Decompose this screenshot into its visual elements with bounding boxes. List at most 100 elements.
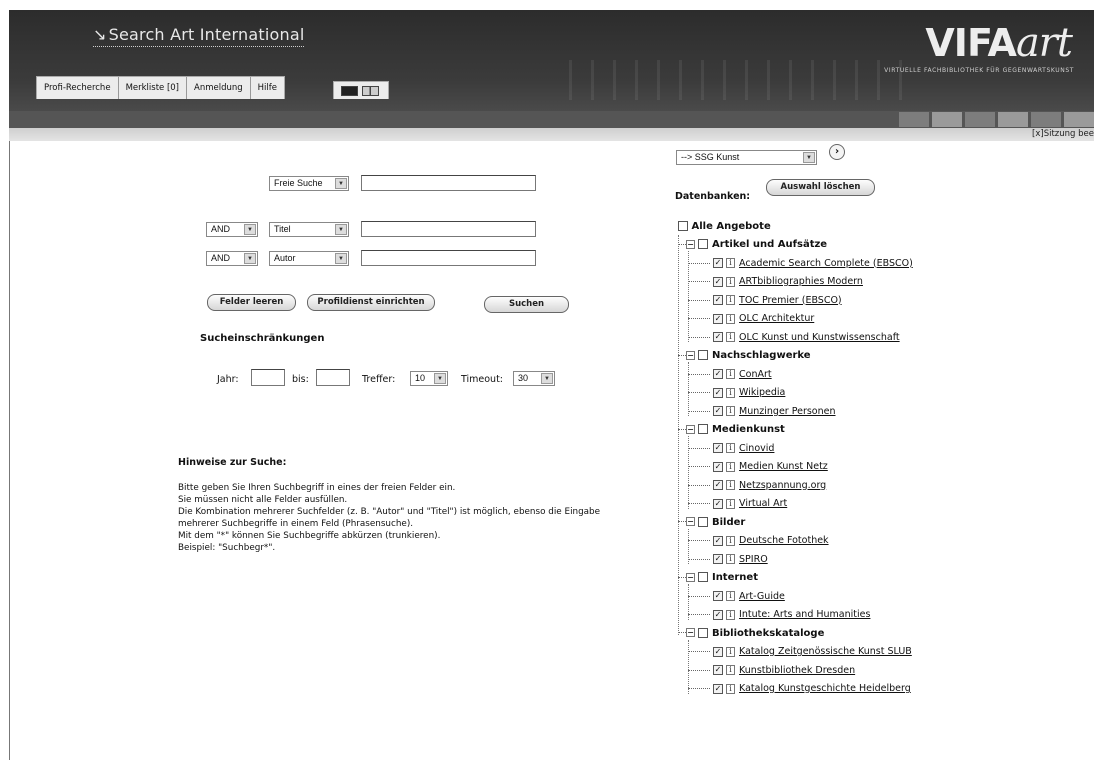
database-link[interactable]: Virtual Art: [739, 498, 787, 509]
database-link[interactable]: Netzspannung.org: [739, 480, 826, 491]
collection-select[interactable]: --> SSG Kunst ▼: [676, 150, 817, 165]
year-to-input[interactable]: [316, 369, 350, 386]
database-checkbox[interactable]: ✓: [713, 369, 723, 379]
setup-profile-service-button[interactable]: Profildienst einrichten: [307, 294, 435, 311]
database-checkbox[interactable]: ✓: [713, 498, 723, 509]
info-icon[interactable]: i: [726, 683, 736, 694]
info-icon[interactable]: i: [726, 498, 736, 509]
category-checkbox[interactable]: [698, 516, 709, 527]
database-link[interactable]: Munzinger Personen: [739, 406, 835, 417]
title-search-input[interactable]: [361, 221, 536, 237]
database-link[interactable]: Art-Guide: [739, 591, 785, 602]
database-checkbox[interactable]: ✓: [713, 313, 723, 324]
field-select-row2[interactable]: Titel ▼: [269, 222, 349, 237]
database-link[interactable]: SPIRO: [739, 554, 768, 565]
tab-anmeldung[interactable]: Anmeldung: [187, 77, 251, 99]
operator-select-row3[interactable]: AND ▼: [206, 251, 258, 266]
collapse-icon[interactable]: −: [686, 424, 695, 434]
site-title-link[interactable]: ↘ Search Art International: [93, 25, 305, 47]
info-icon[interactable]: i: [726, 258, 736, 268]
info-icon[interactable]: i: [726, 406, 736, 416]
category-checkbox[interactable]: [698, 424, 709, 434]
database-checkbox[interactable]: ✓: [713, 387, 723, 398]
info-icon[interactable]: i: [726, 646, 736, 657]
timeout-select[interactable]: 30 ▼: [513, 371, 555, 386]
database-checkbox[interactable]: ✓: [713, 332, 723, 342]
author-search-input[interactable]: [361, 250, 536, 266]
database-checkbox[interactable]: ✓: [713, 554, 723, 564]
collapse-icon[interactable]: −: [686, 350, 695, 360]
session-end-link[interactable]: [x]Sitzung bee: [1032, 129, 1094, 139]
tab-profi-recherche[interactable]: Profi-Recherche: [37, 77, 119, 99]
database-checkbox[interactable]: ✓: [713, 406, 723, 416]
database-checkbox[interactable]: ✓: [713, 461, 723, 472]
database-checkbox[interactable]: ✓: [713, 535, 723, 546]
category-checkbox[interactable]: [698, 627, 709, 638]
info-icon[interactable]: i: [726, 443, 736, 453]
info-icon[interactable]: i: [726, 609, 736, 620]
database-link[interactable]: Katalog Zeitgenössische Kunst SLUB: [739, 646, 912, 657]
info-icon[interactable]: i: [726, 387, 736, 398]
info-icon[interactable]: i: [726, 461, 736, 472]
collapse-icon[interactable]: −: [686, 572, 695, 582]
category-checkbox[interactable]: [698, 350, 709, 360]
year-from-input[interactable]: [251, 369, 285, 386]
database-checkbox[interactable]: ✓: [713, 591, 723, 601]
category-checkbox[interactable]: [698, 572, 709, 582]
operator-select-row2[interactable]: AND ▼: [206, 222, 258, 237]
info-icon[interactable]: i: [726, 554, 736, 564]
info-icon[interactable]: i: [726, 591, 736, 601]
field-select-row3[interactable]: Autor ▼: [269, 251, 349, 266]
database-item: ✓ i Intute: Arts and Humanities: [688, 609, 870, 620]
database-checkbox[interactable]: ✓: [713, 683, 723, 694]
category-checkbox[interactable]: [698, 239, 709, 249]
tab-hilfe[interactable]: Hilfe: [251, 77, 284, 99]
database-checkbox[interactable]: ✓: [713, 295, 723, 305]
hints-heading: Hinweise zur Suche:: [178, 457, 287, 468]
database-checkbox[interactable]: ✓: [713, 258, 723, 268]
info-icon[interactable]: i: [726, 369, 736, 379]
collapse-icon[interactable]: −: [686, 517, 695, 526]
info-icon[interactable]: i: [726, 665, 736, 675]
database-link[interactable]: Katalog Kunstgeschichte Heidelberg: [739, 683, 911, 694]
free-search-field-select[interactable]: Freie Suche ▼: [269, 176, 349, 191]
info-icon[interactable]: i: [726, 535, 736, 546]
database-link[interactable]: Kunstbibliothek Dresden: [739, 665, 855, 676]
database-link[interactable]: Academic Search Complete (EBSCO): [739, 258, 913, 269]
info-icon[interactable]: i: [726, 276, 736, 287]
tab-merkliste[interactable]: Merkliste [0]: [119, 77, 187, 99]
database-link[interactable]: ARTbibliographies Modern: [739, 276, 863, 287]
clear-fields-button[interactable]: Felder leeren: [207, 294, 296, 311]
search-button[interactable]: Suchen: [484, 296, 569, 313]
database-checkbox[interactable]: ✓: [713, 443, 723, 453]
collapse-icon[interactable]: −: [686, 628, 695, 637]
single-column-layout-icon[interactable]: [341, 85, 358, 96]
database-link[interactable]: Deutsche Fotothek: [739, 535, 829, 546]
database-link[interactable]: Medien Kunst Netz: [739, 461, 828, 472]
database-link[interactable]: TOC Premier (EBSCO): [739, 295, 842, 306]
clear-selection-button[interactable]: Auswahl löschen: [766, 179, 875, 196]
free-search-input[interactable]: [361, 175, 536, 191]
database-checkbox[interactable]: ✓: [713, 646, 723, 657]
checkbox-all[interactable]: [678, 221, 688, 231]
database-link[interactable]: Intute: Arts and Humanities: [739, 609, 870, 620]
database-link[interactable]: Wikipedia: [739, 387, 785, 398]
database-checkbox[interactable]: ✓: [713, 665, 723, 675]
split-layout-icon[interactable]: [362, 85, 379, 96]
database-link[interactable]: OLC Kunst und Kunstwissenschaft: [739, 332, 900, 343]
database-link[interactable]: ConArt: [739, 369, 772, 380]
database-checkbox[interactable]: ✓: [713, 480, 723, 490]
database-checkbox[interactable]: ✓: [713, 609, 723, 620]
info-icon[interactable]: i: [726, 313, 736, 324]
chevron-down-icon: ▼: [803, 152, 815, 163]
info-icon[interactable]: i: [726, 295, 736, 305]
info-icon[interactable]: i: [726, 480, 736, 490]
chevron-right-circle-icon[interactable]: ›: [829, 144, 845, 160]
database-link[interactable]: OLC Architektur: [739, 313, 814, 324]
info-icon[interactable]: i: [726, 332, 736, 342]
collapse-icon[interactable]: −: [686, 239, 695, 249]
database-link[interactable]: Cinovid: [739, 443, 774, 454]
hits-select[interactable]: 10 ▼: [410, 371, 448, 386]
database-checkbox[interactable]: ✓: [713, 276, 723, 287]
vifaart-logo[interactable]: VIFAart VIRTUELLE FACHBIBLIOTHEK FÜR GEG…: [865, 20, 1080, 78]
